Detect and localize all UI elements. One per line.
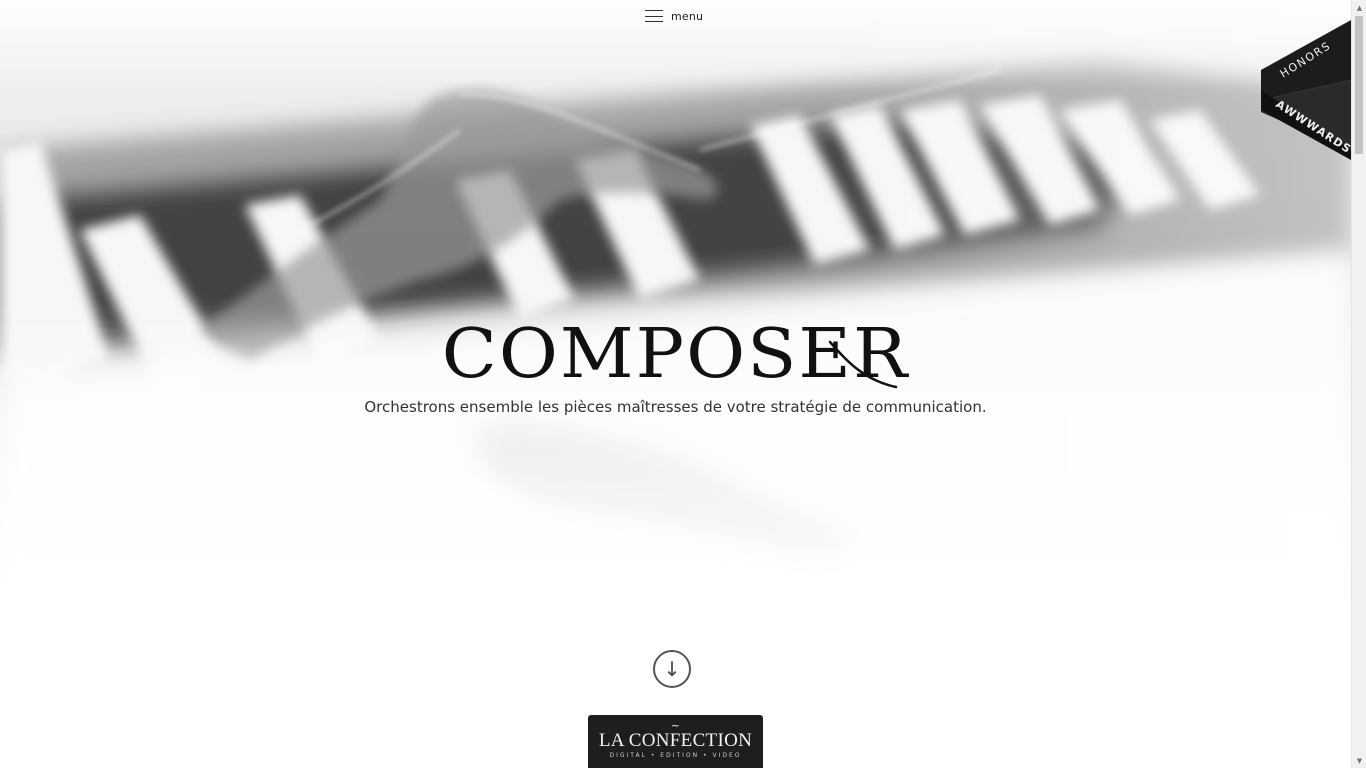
hero-subtitle: Orchestrons ensemble les pièces maîtress… (364, 398, 987, 416)
menu-label: menu (671, 9, 704, 23)
logo-tagline: DIGITAL • EDITION • VIDEO (609, 752, 742, 759)
page: menu HONORS AWWWARDS COMPOSER Orchestron… (0, 0, 1351, 768)
hero-title-wrapper: COMPOSER (0, 308, 1351, 398)
menu-button[interactable]: menu (645, 6, 703, 26)
scroll-down-arrow-icon[interactable]: ▼ (1352, 753, 1366, 768)
scrollbar-thumb[interactable] (1355, 16, 1363, 154)
page-scrollbar[interactable]: ▲ ▼ (1351, 0, 1366, 768)
logo-title: LA CONFECTION (598, 730, 753, 751)
awwwards-honors-badge[interactable]: HONORS AWWWARDS (1261, 20, 1351, 160)
scroll-up-arrow-icon[interactable]: ▲ (1352, 0, 1366, 15)
hero-title: COMPOSER (441, 313, 910, 393)
arrow-down-icon: ↓ (663, 657, 681, 681)
title-swash-decoration (828, 340, 898, 389)
hamburger-icon (645, 10, 663, 22)
scroll-down-button[interactable]: ↓ (653, 650, 691, 688)
brand-logo[interactable]: ~ LA CONFECTION DIGITAL • EDITION • VIDE… (588, 715, 763, 768)
